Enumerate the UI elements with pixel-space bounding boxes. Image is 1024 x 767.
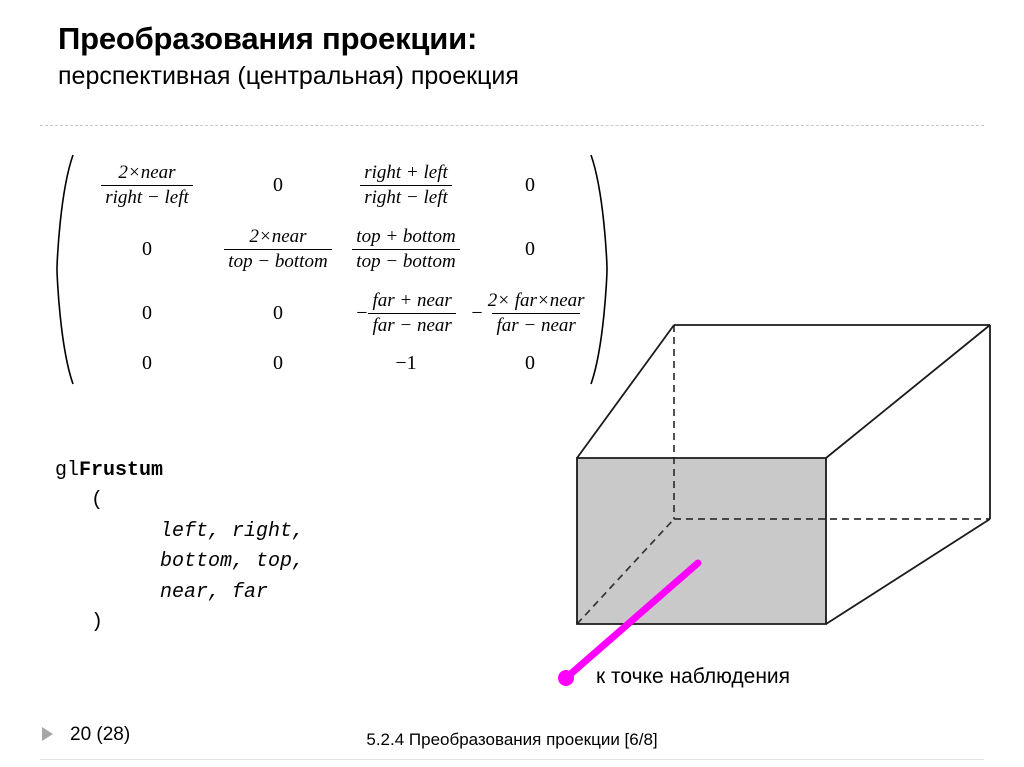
title-sub-text: перспективная (центральная) проекция — [58, 61, 519, 90]
matrix-row: 0 0 − far + near far − near −2× far×near fa… — [78, 290, 588, 338]
code-fn-name: Frustum — [79, 459, 164, 482]
frac-denominator: top − bottom — [352, 249, 460, 273]
frac-denominator: right − left — [101, 185, 193, 209]
matrix-cell-0-1: 0 — [216, 174, 340, 197]
matrix-cell-1-3: 0 — [472, 238, 588, 261]
matrix-cell-2-0: 0 — [78, 302, 216, 325]
frac-numerator: far + near — [372, 290, 452, 311]
matrix-value: 0 — [142, 238, 152, 261]
footer-section-title: 5.2.4 Преобразования проекции [6/8] — [366, 730, 658, 749]
matrix-left-bracket-icon — [52, 152, 78, 387]
matrix-value: 0 — [273, 352, 283, 374]
matrix-cell-0-3: 0 — [472, 174, 588, 197]
projection-matrix: 2×near right − left 0 right + left right −… — [52, 152, 612, 387]
edge-top-left-slant — [576, 324, 675, 459]
frac-numerator: 2×near — [118, 162, 176, 183]
matrix-row: 0 0 −1 0 — [78, 352, 588, 375]
frac-denominator: far − near — [368, 313, 456, 337]
matrix-cell-1-1: 2×near top − bottom — [216, 226, 340, 274]
matrix-value: 0 — [142, 302, 152, 325]
frac-denominator: right − left — [360, 185, 452, 209]
minus-sign: − — [356, 302, 368, 325]
matrix-value: −1 — [395, 352, 417, 374]
view-frustum-diagram — [540, 300, 1024, 700]
matrix-cell-3-2: −1 — [340, 352, 472, 375]
matrix-cell-1-2: top + bottom top − bottom — [340, 226, 472, 274]
matrix-cell-3-0: 0 — [78, 352, 216, 375]
code-open-paren: ( — [91, 489, 104, 513]
code-fn-prefix: gl — [55, 459, 80, 482]
matrix-cell-0-2: right + left right − left — [340, 162, 472, 210]
near-plane-quad — [577, 458, 826, 624]
matrix-cell-3-1: 0 — [216, 352, 340, 375]
divider-top — [40, 125, 984, 126]
edge-bottom-right-slant — [825, 518, 991, 625]
page-title: Преобразования проекции: перспективная (… — [58, 21, 958, 90]
glfrustum-code-block: glFrustum ( left, right, bottom, top, near, … — [55, 456, 304, 638]
edge-top-right-slant — [825, 324, 991, 459]
viewpoint-label: к точке наблюдения — [596, 665, 791, 688]
matrix-value: 0 — [273, 302, 283, 325]
matrix-value: 0 — [273, 174, 283, 197]
code-close-paren: ) — [91, 610, 104, 634]
matrix-cell-2-1: 0 — [216, 302, 340, 325]
frac-denominator: top − bottom — [224, 249, 332, 273]
matrix-value: 0 — [525, 238, 535, 261]
matrix-cell-2-2: − far + near far − near — [340, 290, 472, 338]
title-main-text: Преобразования проекции: — [58, 21, 478, 56]
matrix-row: 0 2×near top − bottom top + bottom top − b… — [78, 226, 588, 274]
viewpoint-dot — [558, 670, 574, 686]
matrix-value: 0 — [142, 352, 152, 374]
code-args-line-1: left, right, — [160, 519, 305, 543]
frac-numerator: top + bottom — [356, 226, 456, 247]
frac-numerator: 2×near — [249, 226, 307, 247]
matrix-value: 0 — [525, 352, 535, 374]
matrix-row: 2×near right − left 0 right + left right −… — [78, 162, 588, 210]
matrix-cell-0-0: 2×near right − left — [78, 162, 216, 210]
minus-sign: − — [471, 302, 483, 325]
matrix-value: 0 — [525, 174, 535, 197]
matrix-cell-1-0: 0 — [78, 238, 216, 261]
code-args-line-2: bottom, top, — [160, 550, 305, 574]
divider-bottom — [40, 759, 984, 760]
frac-numerator: right + left — [364, 162, 448, 183]
code-args-line-3: near, far — [160, 580, 269, 604]
slide: Преобразования проекции: перспективная (… — [0, 0, 1024, 767]
